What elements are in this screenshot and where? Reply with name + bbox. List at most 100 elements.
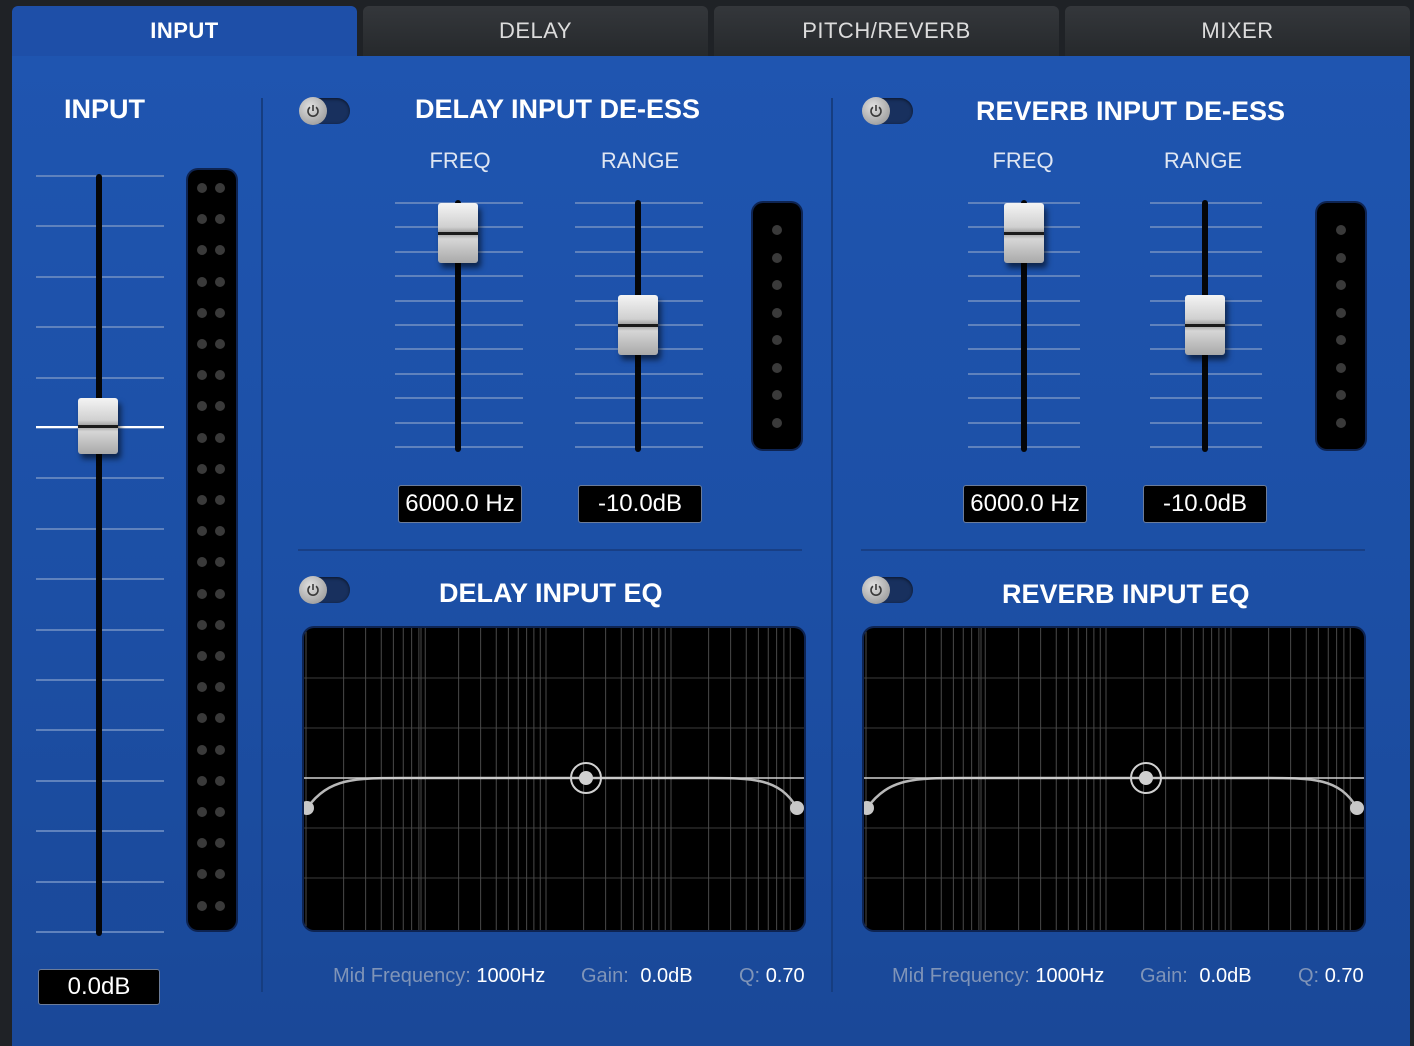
meter-led [197, 807, 207, 817]
meter-led [197, 370, 207, 381]
tab-delay[interactable]: DELAY [363, 6, 708, 56]
meter-led [1336, 362, 1346, 373]
reverb-deess-power-toggle[interactable] [862, 97, 913, 125]
delay-eq-info: Mid Frequency: 1000Hz [333, 965, 545, 988]
mid-frequency-label: Mid Frequency: [333, 965, 471, 987]
mid-frequency-value[interactable]: 1000Hz [476, 965, 545, 987]
meter-led [215, 682, 225, 693]
input-fader-track[interactable] [96, 174, 102, 936]
delay-eq-power-toggle[interactable] [299, 576, 350, 604]
delay-section-divider [298, 549, 802, 551]
meter-led [215, 307, 225, 318]
gain-label: Gain: [581, 965, 629, 987]
meter-led [1336, 335, 1346, 345]
reverb-deess-range-label: RANGE [1163, 148, 1243, 173]
delay-freq-fader-handle[interactable] [438, 203, 478, 263]
meter-led [215, 713, 225, 724]
gain-value[interactable]: 0.0dB [1199, 965, 1251, 987]
meter-led [215, 588, 225, 599]
delay-range-fader-handle[interactable] [618, 295, 658, 355]
section-divider-right [831, 98, 833, 992]
meter-led [772, 335, 782, 345]
q-value[interactable]: 0.70 [766, 965, 805, 987]
tab-input[interactable]: INPUT [12, 6, 357, 56]
gain-value[interactable]: 0.0dB [640, 965, 692, 987]
meter-led [772, 390, 782, 400]
input-fader-handle[interactable] [78, 398, 118, 454]
reverb-range-readout[interactable]: -10.0dB [1143, 485, 1267, 523]
meter-led [215, 619, 225, 630]
meter-led [215, 245, 225, 256]
meter-led [1336, 280, 1346, 290]
reverb-eq-info: Mid Frequency: 1000Hz [892, 965, 1104, 988]
meter-led [197, 557, 207, 568]
meter-led [215, 869, 225, 880]
input-level-meter [188, 170, 236, 930]
reverb-freq-fader-handle[interactable] [1004, 203, 1044, 263]
power-icon [299, 97, 327, 125]
meter-led [197, 307, 207, 318]
meter-led [215, 401, 225, 412]
meter-led [197, 869, 207, 880]
meter-led [772, 280, 782, 290]
delay-range-readout[interactable]: -10.0dB [578, 485, 702, 523]
meter-led [772, 417, 782, 428]
delay-eq-graph[interactable] [304, 628, 804, 930]
meter-led [772, 362, 782, 373]
meter-led [197, 588, 207, 599]
delay-eq-curve[interactable] [304, 628, 804, 930]
meter-led [197, 526, 207, 537]
tab-mixer[interactable]: MIXER [1065, 6, 1410, 56]
meter-led [197, 775, 207, 786]
delay-deess-freq-label: FREQ [429, 148, 491, 173]
meter-led [197, 838, 207, 849]
meter-led [197, 401, 207, 412]
main-panel: INPUT 0.0dB DELAY INPUT DE-ESS FREQ RANG… [12, 56, 1410, 1046]
delay-deess-power-toggle[interactable] [299, 97, 350, 125]
meter-led [215, 370, 225, 381]
meter-led [215, 339, 225, 349]
q-value[interactable]: 0.70 [1325, 965, 1364, 987]
meter-led [215, 775, 225, 786]
meter-led [197, 339, 207, 349]
meter-led [1336, 225, 1346, 235]
reverb-deess-meter [1317, 203, 1365, 449]
delay-eq-title: DELAY INPUT EQ [439, 578, 663, 608]
mid-frequency-value[interactable]: 1000Hz [1035, 965, 1104, 987]
meter-led [1336, 252, 1346, 263]
meter-led [197, 214, 207, 225]
reverb-eq-q: Q: 0.70 [1298, 965, 1364, 988]
delay-deess-meter [753, 203, 801, 449]
meter-led [215, 276, 225, 287]
meter-led [1336, 417, 1346, 428]
q-label: Q: [739, 965, 761, 987]
meter-led [215, 744, 225, 755]
meter-led [215, 526, 225, 537]
meter-led [215, 807, 225, 817]
meter-led [1336, 307, 1346, 318]
meter-led [215, 557, 225, 568]
input-title: INPUT [64, 94, 145, 124]
meter-led [197, 432, 207, 443]
reverb-deess-title: REVERB INPUT DE-ESS [976, 96, 1286, 126]
meter-led [215, 838, 225, 849]
meter-led [197, 495, 207, 505]
meter-led [215, 651, 225, 661]
meter-led [215, 183, 225, 193]
reverb-eq-graph[interactable] [864, 628, 1364, 930]
tab-pitch-reverb[interactable]: PITCH/REVERB [714, 6, 1059, 56]
meter-led [197, 744, 207, 755]
reverb-freq-readout[interactable]: 6000.0 Hz [963, 485, 1087, 523]
reverb-eq-curve[interactable] [864, 628, 1364, 930]
reverb-eq-power-toggle[interactable] [862, 576, 913, 604]
delay-freq-readout[interactable]: 6000.0 Hz [398, 485, 522, 523]
reverb-deess-freq-label: FREQ [992, 148, 1054, 173]
power-icon [299, 576, 327, 604]
delay-eq-q: Q: 0.70 [739, 965, 805, 988]
meter-led [215, 463, 225, 474]
reverb-range-fader-handle[interactable] [1185, 295, 1225, 355]
delay-deess-title: DELAY INPUT DE-ESS [415, 94, 701, 124]
reverb-eq-gain: Gain: 0.0dB [1140, 965, 1252, 988]
meter-led [772, 307, 782, 318]
input-gain-readout[interactable]: 0.0dB [38, 969, 160, 1005]
